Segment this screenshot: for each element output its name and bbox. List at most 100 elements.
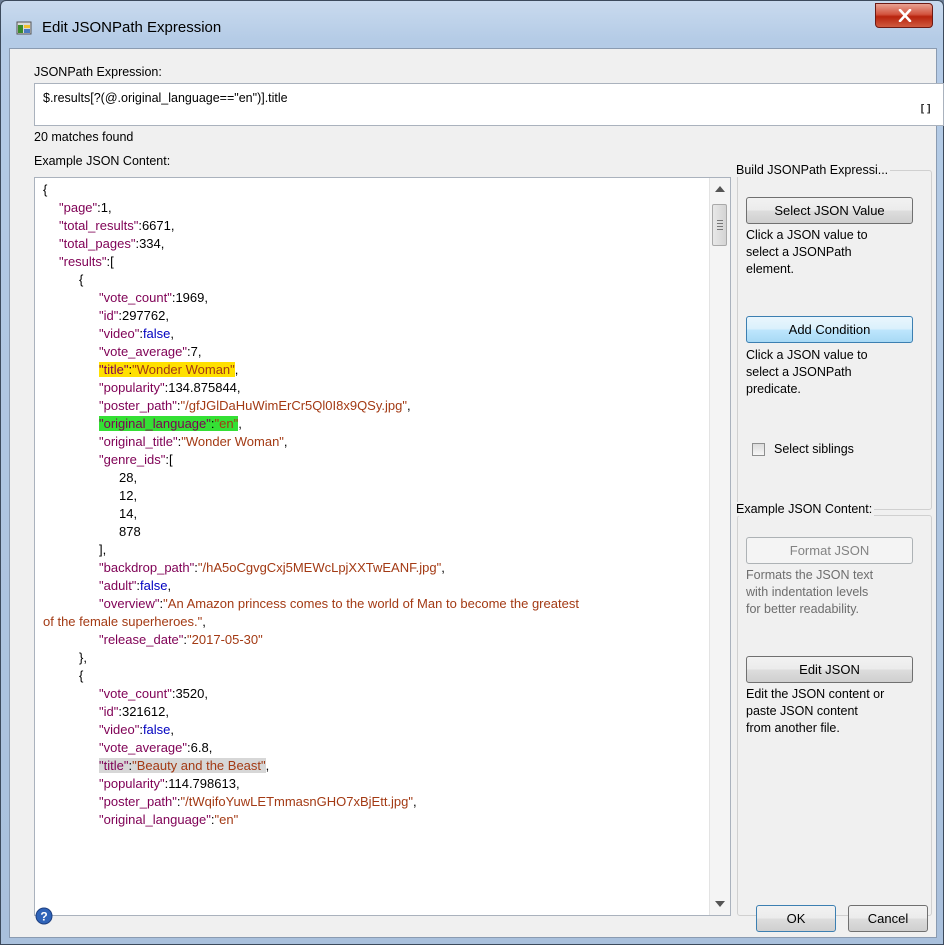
edit-json-button[interactable]: Edit JSON bbox=[746, 656, 913, 683]
json-punct[interactable]: :6.8, bbox=[187, 740, 212, 755]
help-icon[interactable]: ? bbox=[35, 907, 53, 925]
json-punct[interactable]: , bbox=[441, 560, 445, 575]
json-string[interactable]: "An Amazon princess comes to the world o… bbox=[163, 596, 579, 611]
code-line[interactable]: "poster_path":"/tWqifoYuwLETmmasnGHO7xBj… bbox=[43, 793, 700, 811]
select-json-value-button[interactable]: Select JSON Value bbox=[746, 197, 913, 224]
json-string[interactable]: of the female superheroes." bbox=[43, 614, 202, 629]
highlighted-token[interactable]: "original_language":"en" bbox=[99, 416, 239, 431]
json-punct[interactable]: { bbox=[43, 182, 47, 197]
code-line[interactable]: "backdrop_path":"/hA5oCgvgCxj5MEWcLpjXXT… bbox=[43, 559, 700, 577]
code-line[interactable]: "poster_path":"/gfJGlDaHuWimErCr5Ql0I8x9… bbox=[43, 397, 700, 415]
json-key[interactable]: "title" bbox=[99, 758, 128, 773]
json-key[interactable]: "adult" bbox=[99, 578, 136, 593]
json-boolean[interactable]: false bbox=[143, 722, 170, 737]
json-key[interactable]: "original_language" bbox=[99, 416, 211, 431]
json-punct[interactable]: }, bbox=[79, 650, 87, 665]
json-key[interactable]: "results" bbox=[59, 254, 107, 269]
json-key[interactable]: "total_results" bbox=[59, 218, 138, 233]
json-key[interactable]: "id" bbox=[99, 308, 118, 323]
json-key[interactable]: "page" bbox=[59, 200, 97, 215]
close-button[interactable] bbox=[875, 3, 933, 28]
code-line[interactable]: "page":1, bbox=[43, 199, 700, 217]
json-key[interactable]: "release_date" bbox=[99, 632, 183, 647]
json-punct[interactable]: { bbox=[79, 272, 83, 287]
json-punct[interactable]: , bbox=[170, 722, 174, 737]
json-punct[interactable]: , bbox=[407, 398, 411, 413]
code-line[interactable]: "original_language":"en" bbox=[43, 811, 700, 829]
code-line[interactable]: "title":"Wonder Woman", bbox=[43, 361, 700, 379]
code-line[interactable]: "vote_count":3520, bbox=[43, 685, 700, 703]
scroll-thumb[interactable] bbox=[712, 204, 727, 246]
json-key[interactable]: "vote_count" bbox=[99, 686, 172, 701]
json-key[interactable]: "id" bbox=[99, 704, 118, 719]
json-punct[interactable]: :[ bbox=[165, 452, 172, 467]
json-punct[interactable]: 28, bbox=[119, 470, 137, 485]
code-line[interactable]: { bbox=[43, 271, 700, 289]
code-line[interactable]: "genre_ids":[ bbox=[43, 451, 700, 469]
json-punct[interactable]: :[ bbox=[107, 254, 114, 269]
expression-input[interactable]: $.results[?(@.original_language=="en")].… bbox=[34, 83, 944, 126]
ok-button[interactable]: OK bbox=[756, 905, 836, 932]
json-punct[interactable]: ], bbox=[99, 542, 106, 557]
code-line[interactable]: "id":321612, bbox=[43, 703, 700, 721]
select-siblings-checkbox[interactable] bbox=[752, 443, 765, 456]
code-line[interactable]: "popularity":134.875844, bbox=[43, 379, 700, 397]
json-punct[interactable]: :7, bbox=[187, 344, 201, 359]
json-key[interactable]: "backdrop_path" bbox=[99, 560, 194, 575]
code-line[interactable]: 12, bbox=[43, 487, 700, 505]
code-line[interactable]: "vote_average":7, bbox=[43, 343, 700, 361]
json-key[interactable]: "original_language" bbox=[99, 812, 211, 827]
json-content-editor[interactable]: {"page":1, "total_results":6671, "total_pa… bbox=[34, 177, 731, 916]
json-key[interactable]: "genre_ids" bbox=[99, 452, 165, 467]
bracket-icon[interactable]: [] bbox=[919, 102, 932, 115]
json-string[interactable]: "/hA5oCgvgCxj5MEWcLpjXXTwEANF.jpg" bbox=[198, 560, 441, 575]
json-string[interactable]: "/tWqifoYuwLETmmasnGHO7xBjEtt.jpg" bbox=[181, 794, 413, 809]
code-line[interactable]: "popularity":114.798613, bbox=[43, 775, 700, 793]
format-json-button[interactable]: Format JSON bbox=[746, 537, 913, 564]
code-line[interactable]: { bbox=[43, 181, 700, 199]
json-punct[interactable]: :134.875844, bbox=[165, 380, 241, 395]
json-punct[interactable]: 12, bbox=[119, 488, 137, 503]
add-condition-button[interactable]: Add Condition bbox=[746, 316, 913, 343]
json-key[interactable]: "vote_count" bbox=[99, 290, 172, 305]
code-line[interactable]: "original_title":"Wonder Woman", bbox=[43, 433, 700, 451]
json-key[interactable]: "total_pages" bbox=[59, 236, 135, 251]
json-key[interactable]: "vote_average" bbox=[99, 740, 187, 755]
json-boolean[interactable]: false bbox=[140, 578, 167, 593]
code-line[interactable]: "id":297762, bbox=[43, 307, 700, 325]
code-line[interactable]: "title":"Beauty and the Beast", bbox=[43, 757, 700, 775]
code-line[interactable]: "results":[ bbox=[43, 253, 700, 271]
json-punct[interactable]: , bbox=[202, 614, 206, 629]
json-key[interactable]: "title" bbox=[99, 362, 128, 377]
json-punct[interactable]: :297762, bbox=[118, 308, 169, 323]
json-punct[interactable]: :1, bbox=[97, 200, 111, 215]
json-punct[interactable]: :334, bbox=[135, 236, 164, 251]
json-key[interactable]: "vote_average" bbox=[99, 344, 187, 359]
code-line[interactable]: }, bbox=[43, 649, 700, 667]
json-key[interactable]: "video" bbox=[99, 722, 139, 737]
json-punct[interactable]: 878 bbox=[119, 524, 141, 539]
code-line[interactable]: "overview":"An Amazon princess comes to … bbox=[43, 595, 700, 613]
code-line[interactable]: "video":false, bbox=[43, 325, 700, 343]
highlighted-token[interactable]: "title":"Beauty and the Beast" bbox=[99, 758, 266, 773]
json-string[interactable]: "Wonder Woman" bbox=[132, 362, 235, 377]
json-key[interactable]: "video" bbox=[99, 326, 139, 341]
scroll-down-icon[interactable] bbox=[715, 901, 725, 907]
json-punct[interactable]: , bbox=[168, 578, 172, 593]
json-string[interactable]: "en" bbox=[215, 812, 239, 827]
json-punct[interactable]: 14, bbox=[119, 506, 137, 521]
code-line[interactable]: "vote_average":6.8, bbox=[43, 739, 700, 757]
code-line[interactable]: "total_results":6671, bbox=[43, 217, 700, 235]
code-line[interactable]: "video":false, bbox=[43, 721, 700, 739]
json-key[interactable]: "poster_path" bbox=[99, 794, 177, 809]
json-string[interactable]: "Beauty and the Beast" bbox=[132, 758, 266, 773]
json-punct[interactable]: :114.798613, bbox=[165, 776, 240, 791]
vertical-scrollbar[interactable] bbox=[709, 178, 730, 915]
code-line[interactable]: "original_language":"en", bbox=[43, 415, 700, 433]
code-line[interactable]: 878 bbox=[43, 523, 700, 541]
json-punct[interactable]: :1969, bbox=[172, 290, 208, 305]
json-punct[interactable]: :3520, bbox=[172, 686, 208, 701]
json-punct[interactable]: , bbox=[284, 434, 288, 449]
code-line[interactable]: "total_pages":334, bbox=[43, 235, 700, 253]
json-string[interactable]: "Wonder Woman" bbox=[181, 434, 284, 449]
